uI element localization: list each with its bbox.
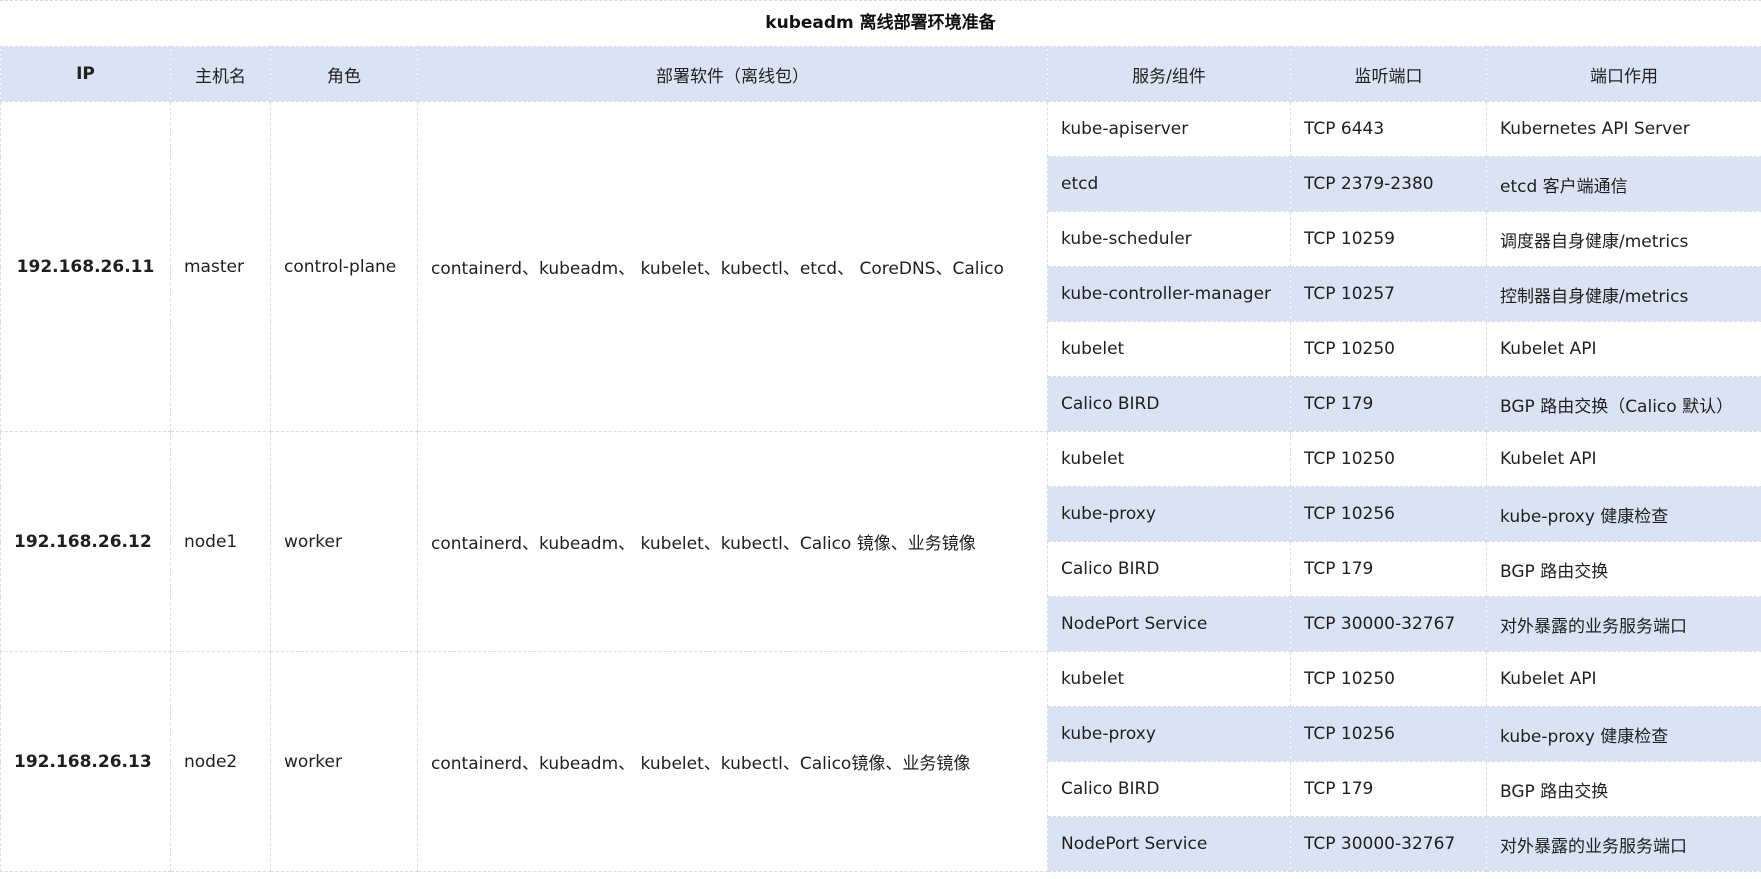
service-port: TCP 10250: [1290, 651, 1487, 707]
service-name: Calico BIRD: [1047, 541, 1291, 597]
service-port: TCP 179: [1290, 541, 1487, 597]
service-usage: Kubelet API: [1486, 431, 1761, 487]
table-row: 192.168.26.13 node2 worker containerd、ku…: [0, 651, 1761, 872]
service-usage: 控制器自身健康/metrics: [1486, 266, 1761, 322]
header-ip: IP: [0, 46, 171, 102]
service-name: kubelet: [1047, 651, 1291, 707]
host-name: node1: [170, 431, 271, 652]
service-name: kubelet: [1047, 321, 1291, 377]
host-role: worker: [270, 431, 418, 652]
service-usage: BGP 路由交换（Calico 默认）: [1486, 376, 1761, 432]
service-name: Calico BIRD: [1047, 761, 1291, 817]
service-port: TCP 10256: [1290, 706, 1487, 762]
service-port: TCP 10250: [1290, 321, 1487, 377]
header-role: 角色: [270, 46, 418, 102]
header-port: 监听端口: [1290, 46, 1487, 102]
service-name: etcd: [1047, 156, 1291, 212]
host-software: containerd、kubeadm、 kubelet、kubectl、Cali…: [417, 431, 1048, 652]
host-ip: 192.168.26.12: [0, 431, 171, 652]
header-usage: 端口作用: [1486, 46, 1761, 102]
header-service: 服务/组件: [1047, 46, 1291, 102]
host-ip: 192.168.26.11: [0, 101, 171, 432]
service-usage: Kubelet API: [1486, 321, 1761, 377]
service-usage: BGP 路由交换: [1486, 761, 1761, 817]
host-software: containerd、kubeadm、 kubelet、kubectl、Cali…: [417, 651, 1048, 872]
service-name: kube-proxy: [1047, 486, 1291, 542]
service-name: kube-apiserver: [1047, 101, 1291, 157]
service-port: TCP 30000-32767: [1290, 596, 1487, 652]
service-port: TCP 10250: [1290, 431, 1487, 487]
service-port: TCP 10257: [1290, 266, 1487, 322]
service-usage: kube-proxy 健康检查: [1486, 486, 1761, 542]
host-role: worker: [270, 651, 418, 872]
host-software: containerd、kubeadm、 kubelet、kubectl、etcd…: [417, 101, 1048, 432]
table-row: 192.168.26.11 master control-plane conta…: [0, 101, 1761, 432]
service-name: kube-scheduler: [1047, 211, 1291, 267]
table-row: 192.168.26.12 node1 worker containerd、ku…: [0, 431, 1761, 652]
service-port: TCP 179: [1290, 761, 1487, 817]
host-ip: 192.168.26.13: [0, 651, 171, 872]
service-name: NodePort Service: [1047, 816, 1291, 872]
header-software: 部署软件（离线包）: [417, 46, 1048, 102]
service-usage: etcd 客户端通信: [1486, 156, 1761, 212]
service-name: kubelet: [1047, 431, 1291, 487]
header-hostname: 主机名: [170, 46, 271, 102]
table-header-row: IP 主机名 角色 部署软件（离线包） 服务/组件 监听端口 端口作用: [0, 46, 1761, 102]
service-usage: Kubelet API: [1486, 651, 1761, 707]
service-port: TCP 6443: [1290, 101, 1487, 157]
service-usage: 调度器自身健康/metrics: [1486, 211, 1761, 267]
host-role: control-plane: [270, 101, 418, 432]
service-usage: 对外暴露的业务服务端口: [1486, 816, 1761, 872]
service-usage: kube-proxy 健康检查: [1486, 706, 1761, 762]
host-name: master: [170, 101, 271, 432]
page-title: kubeadm 离线部署环境准备: [0, 0, 1761, 46]
service-name: kube-proxy: [1047, 706, 1291, 762]
service-port: TCP 10256: [1290, 486, 1487, 542]
service-port: TCP 30000-32767: [1290, 816, 1487, 872]
service-port: TCP 179: [1290, 376, 1487, 432]
service-name: kube-controller-manager: [1047, 266, 1291, 322]
host-name: node2: [170, 651, 271, 872]
service-port: TCP 10259: [1290, 211, 1487, 267]
service-name: NodePort Service: [1047, 596, 1291, 652]
service-port: TCP 2379-2380: [1290, 156, 1487, 212]
deployment-table: IP 主机名 角色 部署软件（离线包） 服务/组件 监听端口 端口作用 192.…: [0, 46, 1761, 872]
service-usage: Kubernetes API Server: [1486, 101, 1761, 157]
service-usage: 对外暴露的业务服务端口: [1486, 596, 1761, 652]
service-usage: BGP 路由交换: [1486, 541, 1761, 597]
service-name: Calico BIRD: [1047, 376, 1291, 432]
